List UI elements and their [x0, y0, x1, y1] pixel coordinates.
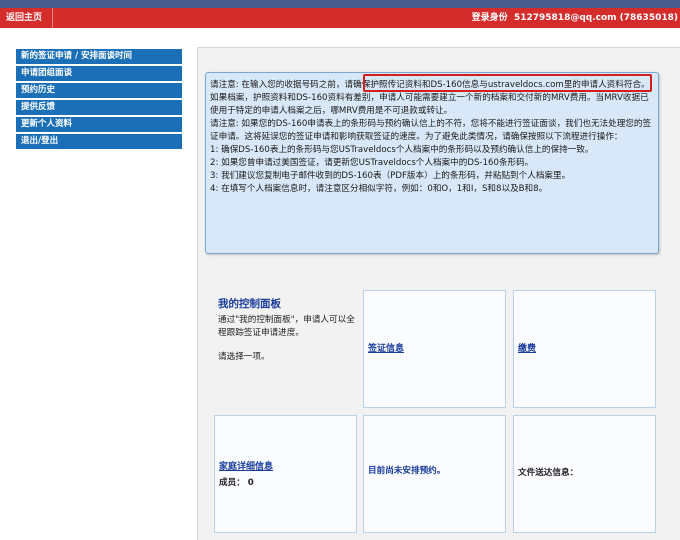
delivery-panel: 文件送达信息： [513, 415, 656, 533]
login-label: 登录身份 [471, 13, 508, 23]
family-panel: 家庭详细信息 成员： 0 [214, 415, 357, 533]
notice-step-1: 1: 确保DS-160表上的条形码与您USTraveldocs个人档案中的条形码… [210, 145, 594, 155]
payment-panel: 缴费 [513, 290, 656, 408]
dashboard-desc: 通过"我的控制面板"，申请人可以全程跟踪签证申请进度。 [218, 315, 355, 338]
appointment-panel: 目前尚未安排预约。 [363, 415, 506, 533]
no-appointment-text: 目前尚未安排预约。 [368, 466, 446, 476]
members-label: 成员： [219, 478, 245, 488]
family-details-link[interactable]: 家庭详细信息 [219, 459, 273, 472]
nav-appointment-history[interactable]: 预约历史 [16, 83, 182, 98]
login-identity: 登录身份 512795818@qq.com (78635018) [472, 8, 678, 28]
highlight-box [363, 74, 652, 92]
nav-logout[interactable]: 退出/登出 [16, 134, 182, 149]
nav-feedback[interactable]: 提供反馈 [16, 100, 182, 115]
members-count: 0 [247, 478, 254, 488]
login-value: 512795818@qq.com (78635018) [513, 13, 678, 23]
notice-paragraph-2: 请注意: 如果您的DS-160申请表上的条形码与预约确认信上的不符，您将不能进行… [210, 119, 652, 142]
sidebar-nav: 新的签证申请 / 安排面谈时间 申请团组面谈 预约历史 提供反馈 更新个人资料 … [16, 49, 182, 151]
dashboard-intro: 我的控制面板 通过"我的控制面板"，申请人可以全程跟踪签证申请进度。 请选择一项… [218, 296, 358, 362]
home-link[interactable]: 返回主页 [0, 8, 54, 28]
payment-link[interactable]: 缴费 [518, 341, 536, 354]
notice-step-3: 3: 我们建议您复制电子邮件收到的DS-160表（PDF版本）上的条形码，并粘贴… [210, 171, 571, 181]
header-bar: 返回主页 登录身份 512795818@qq.com (78635018) [0, 8, 680, 28]
notice-step-2: 2: 如果您曾申请过美国签证，请更新您USTraveldocs个人档案中的DS-… [210, 158, 534, 168]
family-members: 成员： 0 [219, 476, 254, 488]
nav-group-interview[interactable]: 申请团组面谈 [16, 66, 182, 81]
nav-new-application[interactable]: 新的签证申请 / 安排面谈时间 [16, 49, 182, 64]
main-content: 请注意: 在输入您的收据号码之前，请确保护照传记资料和DS-160信息与ustr… [197, 47, 680, 540]
visa-info-link[interactable]: 签证信息 [368, 341, 404, 354]
dashboard-select-prompt: 请选择一项。 [218, 352, 270, 362]
nav-update-profile[interactable]: 更新个人资料 [16, 117, 182, 132]
top-decor-strip [0, 0, 680, 8]
notice-box: 请注意: 在输入您的收据号码之前，请确保护照传记资料和DS-160信息与ustr… [205, 72, 659, 254]
visa-info-panel: 签证信息 [363, 290, 506, 408]
notice-p1-text: 请注意: 在输入您的收据号码之前， [210, 80, 345, 90]
delivery-info-label: 文件送达信息： [518, 468, 579, 478]
dashboard-title: 我的控制面板 [218, 298, 281, 310]
notice-step-4: 4: 在填写个人档案信息时，请注意区分相似字符，例如：0和O，1和I，S和8以及… [210, 184, 548, 194]
